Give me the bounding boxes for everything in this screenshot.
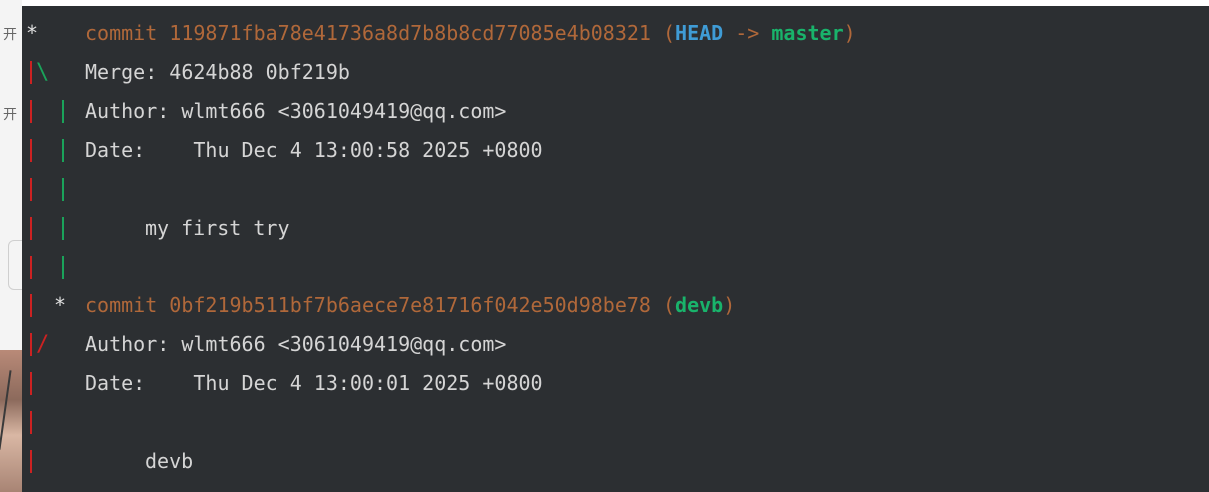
screen: 开 开 * commit 119871fba78e41736a8d7b8b8cd… <box>0 0 1209 492</box>
graph-bar-green <box>62 256 64 279</box>
background-window-edge: 开 开 <box>0 0 22 492</box>
log-line-message: devb <box>22 447 193 476</box>
commit-node: * <box>26 21 39 45</box>
graph-bar-green <box>62 217 64 240</box>
ref-arrow: -> <box>735 21 760 45</box>
author-value: wlmt666 <3061049419@qq.com> <box>181 332 507 356</box>
merge-line: Merge: 4624b88 0bf219b <box>85 58 350 87</box>
graph-bar-red <box>30 411 32 434</box>
graph-merge-in: / <box>36 332 50 357</box>
merge-label: Merge: <box>85 60 158 84</box>
branch-ref-devb: devb <box>675 293 724 317</box>
log-line-message: my first try <box>22 214 290 243</box>
graph-bar-red <box>30 450 32 473</box>
branch-ref-master: master <box>771 21 844 45</box>
log-line-date: Date: Thu Dec 4 13:00:58 2025 +0800 <box>22 136 543 165</box>
graph-bar-green <box>62 178 64 201</box>
graph-bar-red <box>30 217 32 240</box>
graph-branch-out: \ <box>36 60 50 85</box>
graph-bar-red <box>30 333 32 356</box>
commit-message: my first try <box>145 216 290 240</box>
graph-lane <box>22 175 82 204</box>
author-label: Author: <box>85 332 170 356</box>
commit-line: commit 0bf219b511bf7b6aece7e81716f042e50… <box>85 291 735 320</box>
graph-bar-green <box>62 139 64 162</box>
graph-lane <box>22 369 82 398</box>
graph-bar-red <box>30 100 32 123</box>
background-window-glyph: 开 <box>3 107 17 123</box>
log-line-date: Date: Thu Dec 4 13:00:01 2025 +0800 <box>22 369 543 398</box>
graph-lane: \ <box>22 58 82 87</box>
graph-bar-red <box>30 178 32 201</box>
graph-bar-red <box>30 139 32 162</box>
graph-lane: * <box>22 291 82 320</box>
log-line-commit: * commit 119871fba78e41736a8d7b8b8cd7708… <box>22 19 856 48</box>
log-line-merge: \ Merge: 4624b88 0bf219b <box>22 58 350 87</box>
graph-lane <box>22 447 82 476</box>
graph-lane <box>22 136 82 165</box>
author-value: wlmt666 <3061049419@qq.com> <box>181 99 507 123</box>
graph-bar-red <box>30 61 32 84</box>
graph-bar-green <box>62 100 64 123</box>
commit-message: devb <box>145 449 194 473</box>
date-line: Date: Thu Dec 4 13:00:01 2025 +0800 <box>85 369 543 398</box>
log-line-blank <box>22 175 94 204</box>
log-line-blank <box>22 408 94 437</box>
head-ref: HEAD <box>675 21 724 45</box>
commit-label: commit <box>85 21 158 45</box>
author-line: Author: wlmt666 <3061049419@qq.com> <box>85 330 506 359</box>
terminal-output[interactable]: * commit 119871fba78e41736a8d7b8b8cd7708… <box>22 6 1209 492</box>
graph-bar-red <box>30 294 32 317</box>
commit-hash[interactable]: 119871fba78e41736a8d7b8b8cd77085e4b08321 <box>169 21 651 45</box>
log-line-author: Author: wlmt666 <3061049419@qq.com> <box>22 97 506 126</box>
date-line: Date: Thu Dec 4 13:00:58 2025 +0800 <box>85 136 543 165</box>
background-window-glyph: 开 <box>3 27 17 43</box>
refs-close: ) <box>723 293 736 317</box>
graph-lane <box>22 97 82 126</box>
commit-line: commit 119871fba78e41736a8d7b8b8cd77085e… <box>85 19 856 48</box>
log-line-commit: * commit 0bf219b511bf7b6aece7e81716f042e… <box>22 291 735 320</box>
commit-hash[interactable]: 0bf219b511bf7b6aece7e81716f042e50d98be78 <box>169 293 651 317</box>
graph-lane <box>22 214 82 243</box>
date-label: Date: <box>85 138 146 162</box>
commit-node: * <box>54 293 67 317</box>
merge-parents: 4624b88 0bf219b <box>169 60 350 84</box>
background-window-image <box>0 350 22 492</box>
author-label: Author: <box>85 99 170 123</box>
graph-bar-red <box>30 256 32 279</box>
graph-lane: * <box>22 19 82 48</box>
graph-lane: / <box>22 330 82 359</box>
graph-lane <box>22 408 82 437</box>
background-window-panel <box>8 240 22 290</box>
date-value: Thu Dec 4 13:00:01 2025 +0800 <box>193 371 543 395</box>
log-line-blank <box>22 253 94 282</box>
author-line: Author: wlmt666 <3061049419@qq.com> <box>85 97 506 126</box>
graph-bar-red <box>30 372 32 395</box>
commit-label: commit <box>85 293 158 317</box>
refs-close: ) <box>843 21 856 45</box>
log-line-author: / Author: wlmt666 <3061049419@qq.com> <box>22 330 506 359</box>
date-label: Date: <box>85 371 146 395</box>
refs-open: ( <box>662 293 676 317</box>
refs-open: ( <box>662 21 676 45</box>
graph-lane <box>22 253 82 282</box>
date-value: Thu Dec 4 13:00:58 2025 +0800 <box>193 138 543 162</box>
